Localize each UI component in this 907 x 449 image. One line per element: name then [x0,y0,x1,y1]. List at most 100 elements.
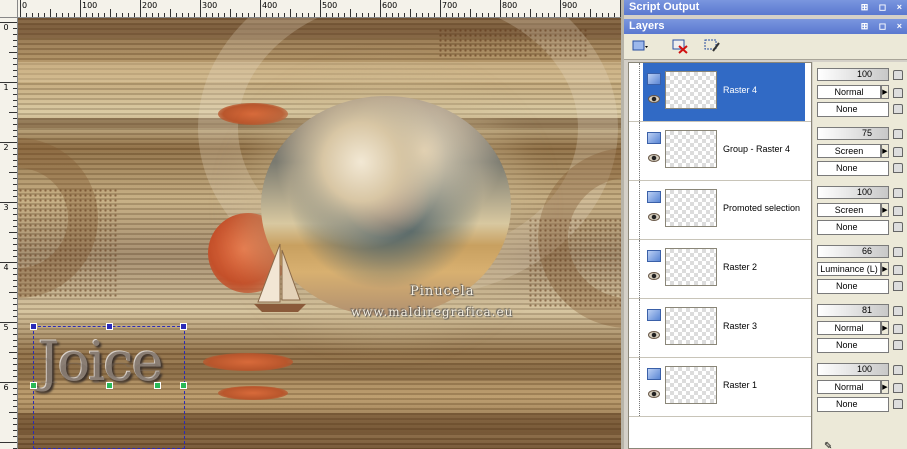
tree-line [639,358,640,416]
ruler-tick [13,136,17,137]
opacity-slider[interactable]: 100 [817,68,889,81]
delete-layer-icon[interactable] [670,38,690,56]
opacity-slider[interactable]: 100 [817,186,889,199]
layer-name-area[interactable]: Raster 1 [643,358,805,416]
ruler-tick [9,412,17,413]
ruler-tick [13,88,17,89]
blend-arrow-icon[interactable]: ▶ [881,203,889,217]
visibility-eye-icon[interactable] [648,272,660,280]
layer-name-area[interactable]: Group - Raster 4 [643,122,805,180]
blend-mode-select[interactable]: Normal [817,380,881,394]
panel-buttons[interactable]: ⊞ ◻ × [861,19,906,34]
lock-icon[interactable] [893,206,903,216]
blend-arrow-icon[interactable]: ▶ [881,262,889,276]
ruler-tick [362,13,363,17]
lock-icon[interactable] [893,88,903,98]
ruler-tick [236,13,237,17]
ruler-tick [9,52,17,53]
ruler-label: 5 [3,323,9,332]
lock-icon[interactable] [893,147,903,157]
blend-arrow-icon[interactable]: ▶ [881,85,889,99]
visibility-eye-icon[interactable] [648,390,660,398]
layer-name-area[interactable]: Raster 4 [643,63,805,121]
ruler-tick [602,13,603,17]
lock-icon[interactable] [893,247,903,257]
layers-titlebar[interactable]: Layers ⊞ ◻ × [624,19,907,34]
layer-row[interactable]: Promoted selection [629,181,811,240]
mask-button[interactable]: ✎None [817,220,889,275]
lock-icon[interactable] [893,306,903,316]
blend-mode-select[interactable]: Luminance (L) [817,262,881,276]
visibility-eye-icon[interactable] [648,213,660,221]
visibility-eye-icon[interactable] [648,154,660,162]
blend-arrow-icon[interactable]: ▶ [881,380,889,394]
tree-line [639,122,640,180]
layer-row[interactable]: Group - Raster 4 [629,122,811,181]
ruler-tick [188,13,189,17]
layer-properties-icon[interactable] [702,38,722,56]
opacity-slider[interactable]: 75 [817,127,889,140]
opacity-slider[interactable]: 100 [817,363,889,376]
ruler-tick [128,13,129,17]
lock-icon[interactable] [893,265,903,275]
layer-name-area[interactable]: Promoted selection [643,181,805,239]
resize-handle[interactable] [106,323,113,330]
blend-arrow-icon[interactable]: ▶ [881,321,889,335]
lock-icon[interactable] [893,70,903,80]
resize-handle[interactable] [180,323,187,330]
blend-mode-select[interactable]: Normal [817,321,881,335]
visibility-eye-icon[interactable] [648,95,660,103]
layer-row[interactable]: Raster 4 [629,63,811,122]
lock-icon[interactable] [893,340,903,350]
ruler-tick [13,340,17,341]
visibility-eye-icon[interactable] [648,331,660,339]
lock-icon[interactable] [893,163,903,173]
mask-button[interactable]: ✎None [817,161,889,216]
ruler-tick [224,13,225,17]
ruler-tick [536,13,537,17]
image-canvas[interactable]: Pinucela www.maldiregrafica.eu Joice Joi… [18,18,621,449]
opacity-slider[interactable]: 81 [817,304,889,317]
layer-row[interactable]: Raster 2 [629,240,811,299]
layer-name-area[interactable]: Raster 2 [643,240,805,298]
lock-icon[interactable] [893,383,903,393]
ruler-tick [68,13,69,17]
ruler-tick [13,400,17,401]
lock-icon[interactable] [893,399,903,409]
lock-icon[interactable] [893,129,903,139]
mask-button[interactable]: ✎None [817,338,889,393]
layer-row[interactable]: Raster 3 [629,299,811,358]
ruler-tick [338,13,339,17]
lock-icon[interactable] [893,104,903,114]
panel-buttons[interactable]: ⊞ ◻ × [861,0,906,15]
ruler-tick [110,9,111,17]
resize-handle[interactable] [30,382,37,389]
script-output-titlebar[interactable]: Script Output ⊞ ◻ × [624,0,907,15]
ruler-tick [140,0,141,17]
resize-handle[interactable] [180,382,187,389]
blend-arrow-icon[interactable]: ▶ [881,144,889,158]
lock-icon[interactable] [893,188,903,198]
lock-icon[interactable] [893,222,903,232]
layer-row[interactable]: Raster 1 [629,358,811,417]
lock-icon[interactable] [893,324,903,334]
blend-mode-select[interactable]: Screen [817,203,881,217]
mask-button[interactable]: ✎None [817,279,889,334]
ruler-tick [13,184,17,185]
pivot-handle[interactable] [106,382,113,389]
lock-icon[interactable] [893,365,903,375]
opacity-slider[interactable]: 66 [817,245,889,258]
ruler-tick [13,436,17,437]
blend-mode-select[interactable]: Screen [817,144,881,158]
resize-handle[interactable] [30,323,37,330]
selection-bounding-box[interactable] [30,323,187,449]
layer-name-area[interactable]: Raster 3 [643,299,805,357]
new-layer-icon[interactable] [630,38,650,56]
rotate-handle[interactable] [154,382,161,389]
blend-mode-select[interactable]: Normal [817,85,881,99]
layer-thumbnail [665,307,717,345]
lock-icon[interactable] [893,281,903,291]
mask-button[interactable]: ✎None [817,397,889,449]
mask-button[interactable]: ✎None [817,102,889,157]
ruler-tick [506,13,507,17]
